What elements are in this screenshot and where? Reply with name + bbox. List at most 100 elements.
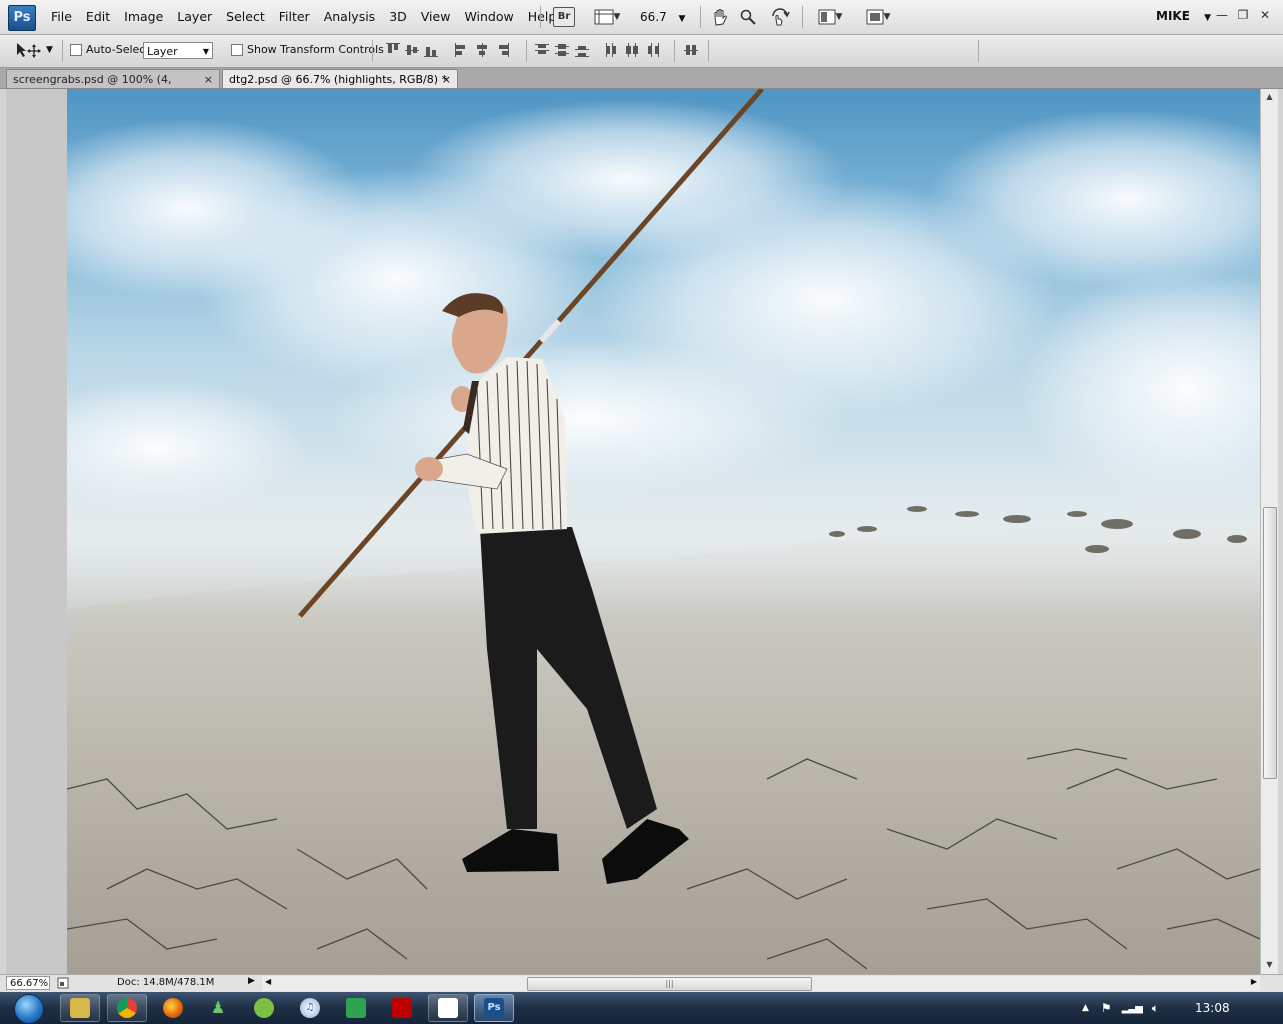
menu-window[interactable]: Window	[457, 0, 520, 34]
distribute-left-edges-icon[interactable]	[605, 43, 619, 57]
tab-screengrabs[interactable]: screengrabs.psd @ 100% (4, RGB/8) ×	[6, 69, 220, 105]
bridge-button[interactable]: Br	[553, 7, 575, 27]
menu-edit[interactable]: Edit	[79, 0, 117, 34]
photoshop-icon: Ps	[484, 998, 504, 1018]
distribute-vertical-centers-icon[interactable]	[555, 43, 569, 57]
horizontal-scroll-thumb[interactable]: |||	[527, 977, 812, 991]
close-button[interactable]: ✕	[1256, 6, 1274, 24]
frog-icon	[254, 998, 274, 1018]
chevron-down-icon: ▼	[678, 14, 686, 24]
menu-select[interactable]: Select	[219, 0, 272, 34]
filezilla-icon	[392, 998, 412, 1018]
arrange-documents-button[interactable]: ▼	[812, 7, 848, 27]
distribute-top-edges-icon[interactable]	[535, 43, 549, 57]
scroll-up-arrow-icon[interactable]: ▲	[1261, 89, 1278, 104]
close-icon[interactable]: ×	[442, 70, 451, 89]
zoom-level-value: 66.7	[640, 10, 667, 24]
restore-icon: ❐	[1237, 8, 1249, 22]
align-left-edges-icon[interactable]	[455, 43, 469, 57]
vertical-scroll-thumb[interactable]	[1263, 507, 1277, 779]
hand-icon	[714, 9, 727, 26]
align-top-edges-icon[interactable]	[386, 43, 400, 57]
windows-logo-icon	[14, 994, 44, 1024]
move-tool-icon	[17, 43, 41, 58]
workspace-name: MIKE	[1156, 9, 1190, 23]
view-extras-button[interactable]: ▼	[590, 7, 624, 27]
taskbar-firefox[interactable]	[153, 994, 193, 1022]
rotate-view-button[interactable]	[768, 7, 792, 27]
chevron-down-icon: ▼	[613, 12, 621, 22]
document-tab-bar: screengrabs.psd @ 100% (4, RGB/8) × dtg2…	[0, 68, 1283, 105]
taskbar-frog-app[interactable]	[244, 994, 284, 1022]
volume-icon[interactable]: 🔈︎	[1152, 1001, 1159, 1016]
chevron-down-icon: ▼	[202, 47, 209, 56]
taskbar-photoshop[interactable]: Ps	[474, 994, 514, 1022]
arrange-documents-icon	[818, 9, 836, 25]
taskbar-messenger[interactable]: ♟	[198, 994, 238, 1022]
align-right-edges-icon[interactable]	[495, 43, 509, 57]
distribute-bottom-edges-icon[interactable]	[575, 43, 589, 57]
clock[interactable]: 13:08	[1195, 1001, 1230, 1015]
folder-icon	[70, 998, 90, 1018]
zoom-tool-button[interactable]	[738, 7, 758, 27]
taskbar-itunes[interactable]: ♫	[290, 994, 330, 1022]
screen-mode-button[interactable]: ▼	[860, 7, 896, 27]
taskbar-chrome[interactable]	[107, 994, 147, 1022]
align-bottom-edges-icon[interactable]	[424, 43, 438, 57]
status-menu-arrow-icon[interactable]: ▶	[248, 976, 255, 986]
system-tray: ▲ ⚑ ▂▃▅ 🔈︎	[1082, 992, 1159, 1024]
restore-button[interactable]: ❐	[1234, 6, 1252, 24]
word-icon	[438, 998, 458, 1018]
chevron-down-icon: ▼	[1204, 13, 1212, 23]
auto-select-checkbox[interactable]: Auto-Select:	[70, 43, 153, 56]
taskbar-filezilla[interactable]	[382, 994, 422, 1022]
document-size-info: Doc: 14.8M/478.1M	[117, 977, 215, 988]
menu-image[interactable]: Image	[117, 0, 170, 34]
action-center-flag-icon[interactable]: ⚑	[1101, 1001, 1112, 1015]
menu-filter[interactable]: Filter	[272, 0, 317, 34]
align-horizontal-centers-icon[interactable]	[475, 43, 489, 57]
taskbar-pixel-editor[interactable]	[336, 994, 376, 1022]
minimize-icon: —	[1216, 8, 1228, 22]
show-hidden-icons-arrow-icon[interactable]: ▲	[1082, 1003, 1089, 1013]
menu-bar: Ps File Edit Image Layer Select Filter A…	[0, 0, 1283, 35]
status-menu-icon[interactable]	[56, 976, 70, 990]
workspace-switcher[interactable]: MIKE ▼	[1156, 9, 1211, 23]
minimize-button[interactable]: —	[1213, 6, 1231, 24]
horizontal-scrollbar[interactable]: ◀ ||| ▶	[262, 976, 1260, 991]
zoom-percentage-field[interactable]: 66.67%	[6, 976, 50, 990]
scroll-right-arrow-icon[interactable]: ▶	[1251, 977, 1257, 986]
scroll-down-arrow-icon[interactable]: ▼	[1261, 957, 1278, 972]
menu-analysis[interactable]: Analysis	[317, 0, 383, 34]
auto-align-layers-icon[interactable]	[684, 43, 698, 57]
align-vertical-centers-icon[interactable]	[405, 43, 419, 57]
start-button[interactable]	[4, 992, 48, 1024]
menu-file[interactable]: File	[44, 0, 79, 34]
chevron-down-icon: ▼	[46, 45, 53, 55]
photoshop-logo[interactable]: Ps	[8, 5, 36, 31]
horizon-haze	[67, 449, 1260, 619]
menu-3d[interactable]: 3D	[382, 0, 414, 34]
menu-view[interactable]: View	[414, 0, 458, 34]
vertical-scrollbar[interactable]: ▲ ▼	[1260, 89, 1278, 974]
checkbox-box	[231, 43, 243, 56]
taskbar-explorer[interactable]	[60, 994, 100, 1022]
tab-dtg2[interactable]: dtg2.psd @ 66.7% (highlights, RGB/8) * ×	[222, 69, 458, 88]
menu-layer[interactable]: Layer	[170, 0, 219, 34]
zoom-level-dropdown[interactable]: 66.7 ▼	[640, 10, 685, 24]
distribute-horizontal-centers-icon[interactable]	[625, 43, 639, 57]
status-bar: 66.67% Doc: 14.8M/478.1M ▶ ◀ ||| ▶	[0, 974, 1283, 992]
auto-select-target-value: Layer	[147, 45, 178, 58]
tool-preset-picker[interactable]: ▼	[14, 41, 53, 59]
auto-select-target-dropdown[interactable]: Layer ▼	[143, 42, 213, 59]
close-icon[interactable]: ×	[204, 70, 213, 89]
scroll-left-arrow-icon[interactable]: ◀	[265, 977, 271, 986]
taskbar-word[interactable]	[428, 994, 468, 1022]
document-canvas[interactable]	[67, 89, 1260, 974]
hand-tool-button[interactable]	[710, 7, 730, 27]
options-separator	[978, 40, 979, 62]
options-separator	[674, 40, 675, 62]
show-transform-checkbox[interactable]: Show Transform Controls	[231, 43, 384, 56]
distribute-right-edges-icon[interactable]	[645, 43, 659, 57]
network-signal-icon[interactable]: ▂▃▅	[1122, 1003, 1143, 1014]
